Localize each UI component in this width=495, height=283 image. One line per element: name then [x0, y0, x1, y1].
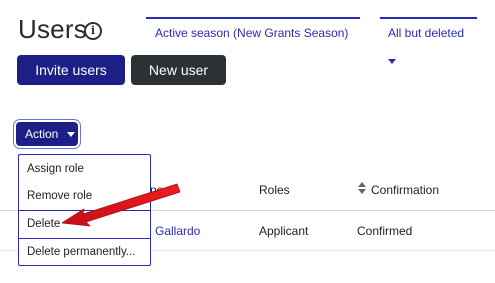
- menu-item-delete-permanently[interactable]: Delete permanently...: [19, 239, 150, 266]
- column-header-name[interactable]: ne: [150, 183, 163, 197]
- new-user-button[interactable]: New user: [131, 55, 226, 85]
- action-button-label: Action: [25, 127, 59, 141]
- user-confirmation-status: Confirmed: [357, 224, 413, 238]
- status-filter-label: All but deleted: [388, 26, 465, 40]
- chevron-down-icon: [66, 132, 75, 138]
- users-page: Users i Active season (New Grants Season…: [0, 0, 495, 283]
- menu-item-delete[interactable]: Delete: [19, 211, 150, 238]
- info-icon[interactable]: i: [84, 22, 102, 40]
- page-title: Users: [18, 14, 87, 44]
- menu-item-assign-role[interactable]: Assign role: [19, 156, 150, 183]
- action-button[interactable]: Action: [16, 122, 78, 146]
- invite-users-button[interactable]: Invite users: [17, 55, 125, 85]
- status-filter-dropdown[interactable]: All but deleted: [380, 17, 477, 65]
- column-header-roles: Roles: [259, 183, 290, 197]
- column-header-confirmation[interactable]: Confirmation: [371, 183, 439, 197]
- user-role: Applicant: [259, 224, 309, 238]
- chevron-down-icon: [388, 59, 396, 65]
- season-filter-dropdown[interactable]: Active season (New Grants Season): [146, 17, 360, 65]
- season-filter-label: Active season (New Grants Season): [155, 26, 349, 40]
- user-name-link[interactable]: Gallardo: [155, 224, 200, 238]
- menu-item-remove-role[interactable]: Remove role: [19, 183, 150, 210]
- action-menu: Assign role Remove role Delete Delete pe…: [18, 154, 151, 266]
- sort-icon[interactable]: [358, 182, 366, 194]
